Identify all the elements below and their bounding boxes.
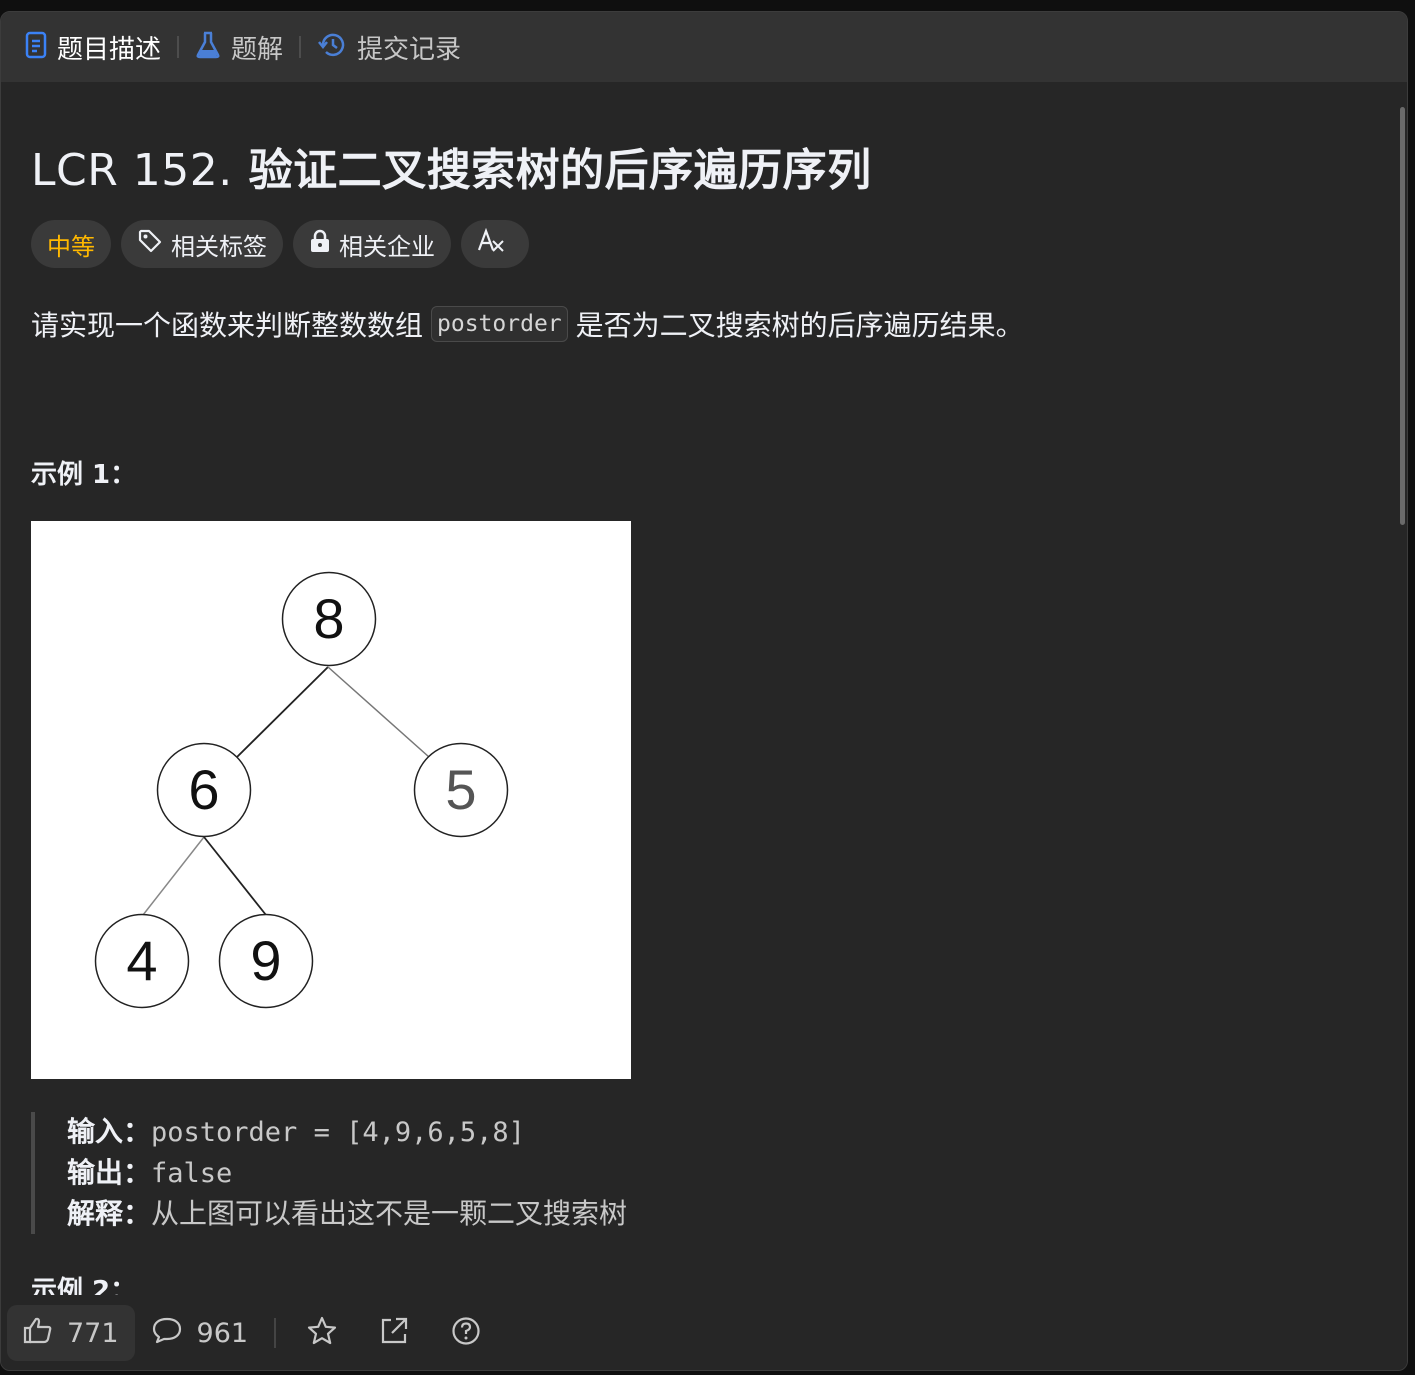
translate-icon bbox=[477, 227, 513, 260]
output-label: 输出： bbox=[67, 1156, 152, 1189]
output-value: false bbox=[151, 1158, 233, 1189]
tree-node: 6 bbox=[156, 742, 252, 838]
like-button[interactable]: 771 bbox=[7, 1305, 135, 1361]
related-companies-button[interactable]: 相关企业 bbox=[293, 220, 451, 268]
tab-bar: 题目描述 题解 提交记录 bbox=[1, 12, 1407, 82]
inline-code: postorder bbox=[431, 306, 568, 342]
explain-label: 解释： bbox=[67, 1197, 152, 1230]
tab-submissions-label: 提交记录 bbox=[357, 34, 462, 65]
node-value: 9 bbox=[250, 929, 281, 992]
node-value: 8 bbox=[313, 587, 344, 650]
description-text: 请实现一个函数来判断整数数组 bbox=[31, 309, 424, 342]
example-output: 输出：false bbox=[67, 1153, 627, 1194]
tag-icon bbox=[137, 228, 171, 260]
chip-row: 中等 相关标签 相关企业 bbox=[31, 220, 539, 268]
node-value: 5 bbox=[445, 758, 476, 821]
explain-value: 从上图可以看出这不是一颗二叉搜索树 bbox=[151, 1197, 628, 1230]
tree-node: 8 bbox=[281, 571, 377, 667]
example-1-title: 示例 1： bbox=[31, 460, 137, 490]
footer-divider bbox=[274, 1318, 277, 1348]
comment-count: 961 bbox=[196, 1317, 249, 1349]
difficulty-badge: 中等 bbox=[31, 220, 111, 268]
external-link-icon bbox=[379, 1316, 409, 1350]
thumbs-up-icon bbox=[23, 1316, 53, 1351]
node-value: 6 bbox=[188, 758, 219, 821]
example-input: 输入：postorder = [4,9,6,5,8] bbox=[67, 1112, 627, 1153]
comment-icon bbox=[151, 1316, 183, 1351]
tree-node: 5 bbox=[413, 742, 509, 838]
like-count: 771 bbox=[67, 1317, 119, 1349]
page-title: LCR 152. 验证二叉搜索树的后序遍历序列 bbox=[31, 134, 872, 198]
tab-divider bbox=[299, 36, 302, 58]
flask-icon bbox=[195, 31, 221, 63]
related-tags-label: 相关标签 bbox=[171, 232, 267, 261]
node-value: 4 bbox=[126, 929, 157, 992]
help-button[interactable] bbox=[430, 1305, 502, 1361]
footer-toolbar: 771 961 bbox=[1, 1295, 1407, 1370]
related-tags-button[interactable]: 相关标签 bbox=[121, 220, 283, 268]
tab-solutions[interactable]: 题解 bbox=[195, 27, 283, 67]
share-button[interactable] bbox=[358, 1305, 430, 1361]
tab-divider bbox=[177, 36, 180, 58]
tree-diagram: 8 6 5 4 9 bbox=[31, 521, 631, 1079]
tree-node: 9 bbox=[218, 913, 314, 1009]
problem-number: LCR 152. bbox=[31, 145, 233, 196]
example-explanation: 解释：从上图可以看出这不是一颗二叉搜索树 bbox=[67, 1194, 627, 1234]
favorite-button[interactable] bbox=[286, 1305, 358, 1361]
problem-title: 验证二叉搜索树的后序遍历序列 bbox=[248, 145, 872, 196]
star-icon bbox=[307, 1316, 337, 1350]
description-icon bbox=[25, 31, 47, 63]
tree-node: 4 bbox=[94, 913, 190, 1009]
tab-description[interactable]: 题目描述 bbox=[25, 27, 161, 67]
input-label: 输入： bbox=[67, 1115, 152, 1148]
translate-button[interactable] bbox=[461, 220, 529, 268]
description-text: 是否为二叉搜索树的后序遍历结果。 bbox=[575, 309, 1024, 342]
lock-icon bbox=[309, 229, 339, 259]
tab-solutions-label: 题解 bbox=[231, 34, 284, 65]
help-icon bbox=[451, 1316, 481, 1350]
tab-submissions[interactable]: 提交记录 bbox=[317, 27, 461, 67]
tab-description-label: 题目描述 bbox=[57, 34, 162, 65]
scrollbar[interactable] bbox=[1400, 107, 1405, 525]
input-value: postorder = [4,9,6,5,8] bbox=[151, 1117, 525, 1148]
problem-panel: 题目描述 题解 提交记录 LCR 152. 验证二叉搜索树的后序遍历序列 中等 bbox=[0, 11, 1408, 1371]
related-companies-label: 相关企业 bbox=[339, 232, 435, 261]
problem-description: 请实现一个函数来判断整数数组 postorder 是否为二叉搜索树的后序遍历结果… bbox=[31, 304, 1024, 344]
example-1-block: 输入：postorder = [4,9,6,5,8] 输出：false 解释：从… bbox=[31, 1112, 627, 1234]
comments-button[interactable]: 961 bbox=[135, 1305, 265, 1361]
history-icon bbox=[317, 31, 347, 63]
